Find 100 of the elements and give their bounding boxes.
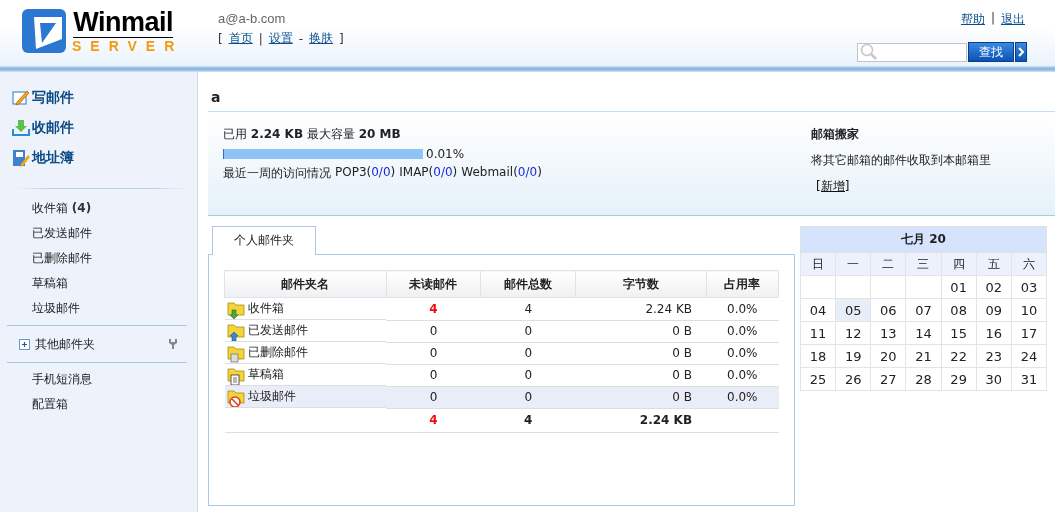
column-header: 邮件夹名	[224, 270, 387, 298]
logo-icon	[22, 9, 66, 53]
section-title: 邮箱搬家	[811, 126, 859, 143]
weekday-header: 日	[800, 252, 836, 276]
calendar-day[interactable]: 21	[905, 344, 942, 368]
calendar-day[interactable]: 30	[976, 367, 1012, 391]
bracket: ]	[339, 31, 344, 46]
sidebar-action[interactable]: 收邮件	[12, 119, 197, 137]
calendar-day[interactable]: 13	[870, 321, 906, 345]
calendar-day[interactable]: 28	[905, 367, 942, 391]
table-cell: 0	[524, 368, 533, 382]
table-cell: 0	[524, 390, 533, 404]
sidebar-item[interactable]: 草稿箱	[0, 271, 197, 296]
wrench-icon	[169, 339, 177, 349]
calendar-day[interactable]: 04	[800, 298, 836, 322]
calendar-day[interactable]: 02	[976, 275, 1012, 299]
access-stat: IMAP(0/0)	[399, 165, 458, 181]
account-email: a@a-b.com	[218, 11, 287, 26]
expand-button[interactable]	[1015, 42, 1027, 62]
calendar-day[interactable]: 03	[1011, 275, 1047, 299]
calendar-day[interactable]: 06	[870, 298, 906, 322]
access-label: 最近一周的访问情况	[223, 165, 331, 182]
calendar-day[interactable]: 07	[905, 298, 942, 322]
calendar-day[interactable]: 01	[941, 275, 977, 299]
table-cell: 0 B	[672, 390, 693, 404]
sidebar-item[interactable]: 收件箱 (4)	[0, 196, 197, 221]
calendar-day[interactable]: 25	[800, 367, 836, 391]
logo-name: Winmail	[73, 8, 174, 38]
sidebar-action[interactable]: 写邮件	[12, 89, 197, 107]
table-cell: 0	[524, 324, 533, 338]
separator: -	[298, 31, 304, 46]
add-link[interactable]: [新增]	[816, 178, 850, 195]
calendar-day[interactable]: 27	[870, 367, 906, 391]
calendar-day[interactable]: 09	[976, 298, 1012, 322]
tab[interactable]: 个人邮件夹	[212, 226, 316, 255]
table-row[interactable]: 垃圾邮件 0 0 0 B 0.0%	[224, 386, 779, 408]
sidebar-action[interactable]: 地址簿	[12, 149, 197, 167]
column-header: 未读邮件	[386, 270, 481, 298]
calendar-day[interactable]: 19	[835, 344, 871, 368]
sidebar-item[interactable]: 手机短消息	[0, 367, 197, 392]
calendar-day[interactable]: 10	[1011, 298, 1047, 322]
sidebar-item[interactable]: 垃圾邮件	[0, 296, 197, 321]
nav-link[interactable]: 首页	[228, 30, 253, 47]
table-cell: 0.0%	[727, 324, 758, 338]
calendar-day[interactable]: 08	[941, 298, 977, 322]
calendar-day[interactable]: 15	[941, 321, 977, 345]
sidebar-item[interactable]: 已发送邮件	[0, 221, 197, 246]
calendar-day[interactable]: 18	[800, 344, 836, 368]
table-cell: 0.0%	[727, 301, 758, 316]
sidebar-item[interactable]: 配置箱	[0, 392, 197, 417]
access-stat: POP3(0/0)	[335, 165, 396, 181]
folder-name: 草稿箱	[247, 366, 284, 383]
header-link[interactable]: 退出	[1001, 11, 1025, 28]
total-cell: 4	[429, 413, 438, 427]
header-link[interactable]: 帮助	[960, 11, 985, 28]
calendar-month: 七月 20	[901, 232, 946, 246]
table-cell: 0	[429, 368, 438, 382]
usage-text: 已用 2.24 KB 最大容量 20 MB	[223, 126, 402, 143]
table-cell: 0.0%	[727, 368, 758, 382]
table-cell: 4	[429, 301, 438, 316]
calendar-day[interactable]: 20	[870, 344, 906, 368]
nav-link[interactable]: 换肤	[309, 30, 334, 47]
calendar-day[interactable]: 24	[1011, 344, 1047, 368]
sidebar-item[interactable]: 已删除邮件	[0, 246, 197, 271]
calendar-day[interactable]: 31	[1011, 367, 1047, 391]
table-row[interactable]: 收件箱 4 4 2.24 KB 0.0%	[224, 297, 779, 320]
table-cell: 0 B	[672, 324, 693, 338]
search-icon	[860, 43, 878, 61]
calendar-day[interactable]: 12	[835, 321, 871, 345]
sidebar-group[interactable]: 其他邮件夹	[19, 335, 95, 353]
calendar-day[interactable]: 26	[835, 367, 871, 391]
table-cell: 0.0%	[727, 346, 758, 360]
calendar-day[interactable]: 16	[976, 321, 1012, 345]
table-row[interactable]: 已发送邮件 0 0 0 B 0.0%	[224, 320, 779, 342]
access-stat: Webmail(0/0)	[461, 165, 542, 181]
search-field[interactable]	[857, 42, 967, 62]
pencil-note-icon	[12, 89, 30, 107]
nav-link[interactable]: 设置	[268, 30, 293, 47]
description-text: 将其它邮箱的邮件收取到本邮箱里	[811, 152, 991, 169]
folder-name: 垃圾邮件	[247, 388, 296, 405]
calendar-day[interactable]: 14	[905, 321, 942, 345]
chevron-icon	[1018, 47, 1024, 57]
address-book-icon	[12, 149, 30, 167]
calendar-day[interactable]: 22	[941, 344, 977, 368]
calendar-day[interactable]: 29	[941, 367, 977, 391]
table-cell: 0 B	[672, 368, 693, 382]
download-tray-icon	[12, 119, 30, 137]
table-cell: 0	[429, 324, 438, 338]
column-header: 字节数	[575, 270, 707, 298]
folder-name: 已删除邮件	[247, 344, 308, 361]
calendar-day[interactable]: 17	[1011, 321, 1047, 345]
calendar-day[interactable]: 11	[800, 321, 836, 345]
search-button[interactable]: 查找	[968, 42, 1014, 62]
table-cell: 0	[524, 346, 533, 360]
total-cell: 2.24 KB	[639, 413, 693, 427]
calendar-day[interactable]: 23	[976, 344, 1012, 368]
table-cell: 4	[524, 301, 533, 316]
total-cell: 4	[524, 413, 533, 427]
table-row[interactable]: 已删除邮件 0 0 0 B 0.0%	[224, 342, 779, 364]
separator: |	[258, 31, 263, 46]
